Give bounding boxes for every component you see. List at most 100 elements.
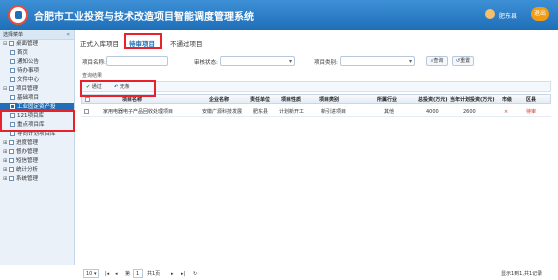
sidebar-item-projects[interactable]: ⊟ 项目管理 xyxy=(0,85,74,94)
sidebar-item-label: 短信管理 xyxy=(16,158,39,164)
audit-status-label: 审核状态: xyxy=(194,60,218,66)
sidebar-item-industrial-investment[interactable]: 工业固定资产投 xyxy=(0,103,74,112)
action-toolbar: ✔ 通过 ↶ 无条 xyxy=(81,81,551,92)
column-header[interactable]: 项目性质 xyxy=(281,95,301,105)
cell-county-status[interactable]: 待审 xyxy=(526,107,536,117)
column-header[interactable]: 责任单位 xyxy=(250,95,270,105)
sidebar-item-todo[interactable]: 待办事项 xyxy=(0,67,74,76)
sidebar-item-guidance-projects[interactable]: 导向计划项目库 xyxy=(0,130,74,139)
column-header[interactable]: 项目名称 xyxy=(122,95,142,105)
page-icon xyxy=(10,122,15,127)
app-title: 合肥市工业投资与技术改造项目智能调度管理系统 xyxy=(34,12,254,23)
row-checkbox[interactable] xyxy=(84,109,89,114)
sidebar-item-label: 基础项目 xyxy=(17,95,40,101)
page-size-select[interactable]: 10 ▾ xyxy=(83,269,99,278)
pass-button-label: 通过 xyxy=(91,84,102,90)
app-header: 合肥市工业投资与技术改造项目智能调度管理系统 肥东县 退出 xyxy=(0,0,558,30)
main-content: 正式入库项目 待审项目 不通过项目 项目名称: 审核状态: 项目类别: ⌕查询 … xyxy=(76,30,558,278)
sidebar-header: 选择菜单 « xyxy=(0,30,74,40)
page-size-value: 10 xyxy=(86,271,93,277)
next-page-icon[interactable]: ▸ xyxy=(171,269,174,279)
sidebar-item-label: 统计分析 xyxy=(16,167,39,173)
user-name: 肥东县 xyxy=(499,13,518,20)
cell-industry: 其他 xyxy=(384,109,395,115)
tab-formal-projects[interactable]: 正式入库项目 xyxy=(80,38,119,48)
sidebar-item-label: 文件中心 xyxy=(17,77,40,83)
pager-summary: 显示1到1,共1记录 xyxy=(501,271,543,277)
sidebar-item-label: 工业固定资产投 xyxy=(17,104,56,110)
sidebar-item-notices[interactable]: 通知公告 xyxy=(0,58,74,67)
reset-button[interactable]: ↺重置 xyxy=(452,56,474,66)
gear-icon xyxy=(9,176,14,181)
sidebar-item-sms[interactable]: ⊞ 短信管理 xyxy=(0,157,74,166)
page-icon xyxy=(10,50,15,55)
column-header[interactable]: 市级 xyxy=(502,95,512,105)
sidebar-item-121-library[interactable]: 121项目库 xyxy=(0,112,74,121)
cell-project-name: 家用电器电子产品回收处理项目 xyxy=(103,109,174,115)
return-button[interactable]: ↶ 无条 xyxy=(112,83,132,91)
sidebar-item-label: 待办事项 xyxy=(17,68,40,74)
sidebar-item-label: 通知公告 xyxy=(17,59,40,65)
audit-status-select[interactable] xyxy=(220,56,295,66)
column-header[interactable]: 总投资(万元) xyxy=(418,95,448,105)
folder-icon xyxy=(9,140,14,145)
page-icon xyxy=(10,95,15,100)
sidebar-item-system[interactable]: ⊞ 系统管理 xyxy=(0,175,74,184)
column-header[interactable]: 企业名称 xyxy=(209,95,229,105)
page-prefix: 第 xyxy=(125,271,131,277)
sidebar-item-label: 督办管理 xyxy=(16,149,39,155)
column-header[interactable]: 区县 xyxy=(526,95,536,105)
sidebar-item-label: 导向计划项目库 xyxy=(17,131,56,137)
sidebar-item-statistics[interactable]: ⊞ 统计分析 xyxy=(0,166,74,175)
sidebar-header-label: 选择菜单 xyxy=(3,32,24,38)
app-logo xyxy=(8,5,28,25)
sidebar-item-label: 进度管理 xyxy=(16,140,39,146)
page-icon xyxy=(10,59,15,64)
sidebar-item-basic-projects[interactable]: 基础项目 xyxy=(0,94,74,103)
refresh-icon[interactable]: ↻ xyxy=(193,269,197,279)
page-number-input[interactable]: 1 xyxy=(133,269,143,278)
folder-icon xyxy=(9,149,14,154)
sidebar-item-label: 121项目库 xyxy=(17,113,44,119)
table-row[interactable]: 家用电器电子产品回收处理项目 安徽广源科技发展 肥东县 计划新开工 新引进项目 … xyxy=(81,107,551,117)
page-icon xyxy=(10,77,15,82)
sidebar-item-desktop[interactable]: ⊟ 桌面管理 xyxy=(0,40,74,49)
cell-company-name: 安徽广源科技发展 xyxy=(202,109,243,115)
sidebar-item-label: 项目管理 xyxy=(16,86,39,92)
column-header[interactable]: 项目类别 xyxy=(319,95,339,105)
reset-button-label: 重置 xyxy=(460,58,471,64)
cell-annual-investment: 2600 xyxy=(463,109,476,115)
exit-button[interactable]: 退出 xyxy=(531,7,549,21)
folder-icon xyxy=(9,86,14,91)
cell-project-type: 新引进项目 xyxy=(321,109,347,115)
table-header: 项目名称 企业名称 责任单位 项目性质 项目类别 所属行业 总投资(万元) 当年… xyxy=(81,94,551,104)
tab-rejected-projects[interactable]: 不通过项目 xyxy=(170,38,203,48)
page-suffix: 共1页 xyxy=(147,271,161,277)
tab-bar: 正式入库项目 待审项目 不通过项目 xyxy=(76,30,558,50)
user-avatar-icon[interactable] xyxy=(485,9,495,19)
sidebar-item-home[interactable]: 首页 xyxy=(0,49,74,58)
column-header[interactable]: 所属行业 xyxy=(377,95,397,105)
collapse-icon[interactable]: « xyxy=(66,30,70,40)
last-page-icon[interactable]: ▸| xyxy=(181,269,185,279)
page-icon xyxy=(10,131,15,136)
pass-button[interactable]: ✔ 通过 xyxy=(84,83,104,91)
sidebar-item-files[interactable]: 文件中心 xyxy=(0,76,74,85)
undo-icon: ↶ xyxy=(114,84,119,90)
sidebar-item-key-projects[interactable]: 重点项目库 xyxy=(0,121,74,130)
first-page-icon[interactable]: |◂ xyxy=(105,269,109,279)
project-type-select[interactable] xyxy=(340,56,415,66)
select-all-checkbox[interactable] xyxy=(85,97,90,102)
results-label: 查询结果 xyxy=(82,73,103,79)
sidebar: 选择菜单 « ⊟ 桌面管理 首页 通知公告 待办事项 文件中心 ⊟ 项目管理 基础项… xyxy=(0,30,75,265)
page-icon xyxy=(10,113,15,118)
sidebar-item-supervision[interactable]: ⊞ 督办管理 xyxy=(0,148,74,157)
project-name-input[interactable] xyxy=(106,56,168,66)
project-type-label: 项目类别: xyxy=(314,60,338,66)
column-header[interactable]: 当年计划投资(万元) xyxy=(450,95,495,105)
cell-city-status: × xyxy=(504,109,509,115)
prev-page-icon[interactable]: ◂ xyxy=(115,269,118,279)
sidebar-item-progress[interactable]: ⊞ 进度管理 xyxy=(0,139,74,148)
cell-project-nature: 计划新开工 xyxy=(279,109,305,115)
query-button[interactable]: ⌕查询 xyxy=(426,56,448,66)
